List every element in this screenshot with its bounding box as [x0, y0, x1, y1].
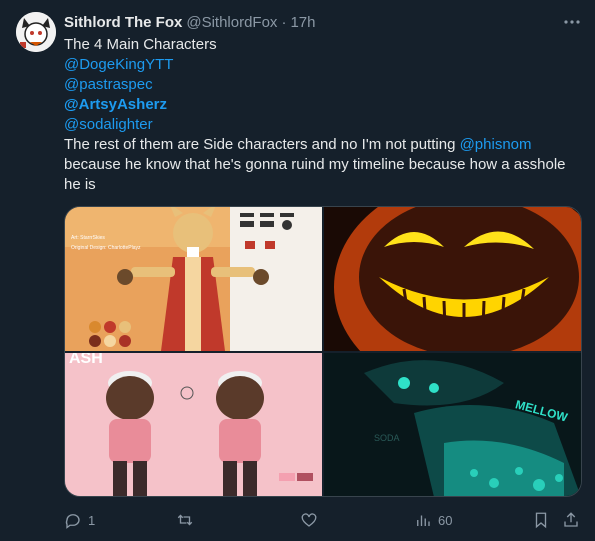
tweet-paragraph: The rest of them are Side characters and…: [64, 135, 582, 195]
retweet-icon: [177, 514, 193, 526]
image-caption: SODA: [374, 433, 400, 443]
image-caption: Original Design: CharlottePlayz: [71, 245, 141, 251]
more-button[interactable]: [562, 12, 582, 32]
like-button[interactable]: [300, 510, 324, 530]
media-image-4[interactable]: MELLOW SODA: [324, 353, 581, 496]
views-count: 60: [438, 512, 453, 528]
reply-count: 1: [88, 512, 96, 528]
media-image-2[interactable]: [324, 207, 581, 351]
mention-link[interactable]: @ArtsyAsherz: [64, 95, 582, 115]
image-caption: Art: StarrrSkies: [71, 235, 105, 241]
media-image-1[interactable]: Art: StarrrSkies Original Design: Charlo…: [65, 207, 322, 351]
tweet-text: The 4 Main Characters @DogeKingYTT @past…: [64, 35, 582, 195]
tweet-line-title: The 4 Main Characters: [64, 36, 217, 53]
tweet-header: Sithlord The Fox @SithlordFox · 17h: [64, 12, 315, 32]
paragraph-text: because he know that he's gonna ruind my…: [64, 156, 566, 193]
paragraph-text: The rest of them are Side characters and…: [64, 136, 460, 153]
share-button[interactable]: [562, 510, 580, 530]
bookmark-icon: [535, 512, 547, 529]
views-button[interactable]: 60: [414, 510, 452, 530]
mention-link[interactable]: @sodalighter: [64, 115, 582, 135]
author-name[interactable]: Sithlord The Fox: [64, 14, 182, 31]
share-icon: [564, 512, 578, 527]
reply-icon: [65, 514, 80, 529]
views-icon: [417, 515, 430, 526]
mention-link[interactable]: @pastraspec: [64, 75, 582, 95]
tweet[interactable]: Sithlord The Fox @SithlordFox · 17h The …: [0, 0, 595, 541]
like-icon: [301, 513, 317, 527]
image-caption: ASH: [69, 353, 103, 367]
timestamp[interactable]: 17h: [290, 14, 315, 31]
separator-dot: ·: [281, 13, 287, 31]
media-image-3[interactable]: ASH: [65, 353, 322, 496]
author-handle[interactable]: @SithlordFox: [186, 14, 277, 31]
mention-link[interactable]: @DogeKingYTT: [64, 55, 582, 75]
mention-link[interactable]: @phisnom: [460, 136, 532, 153]
reply-button[interactable]: 1: [64, 510, 95, 530]
avatar[interactable]: [16, 12, 56, 52]
more-icon: [564, 20, 580, 24]
action-bar: 1 60: [64, 510, 582, 530]
bookmark-button[interactable]: [532, 510, 550, 530]
media-grid: Art: StarrrSkies Original Design: Charlo…: [64, 206, 582, 497]
retweet-button[interactable]: [176, 510, 200, 530]
